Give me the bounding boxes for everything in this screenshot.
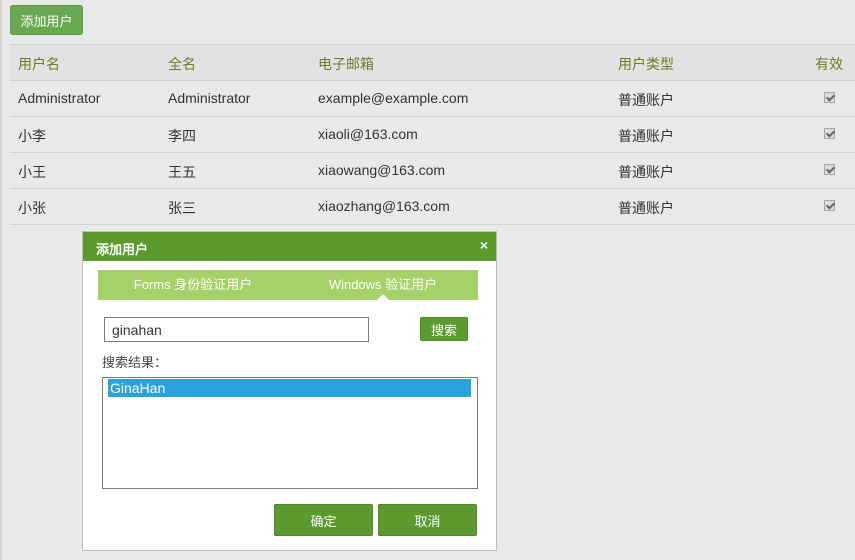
cell-email: example@example.com <box>318 90 469 106</box>
column-header-email[interactable]: 电子邮箱 <box>318 54 374 74</box>
tab-label: Windows 验证用户 <box>328 277 438 292</box>
search-input[interactable] <box>104 317 369 342</box>
cell-fullname: Administrator <box>168 90 251 106</box>
dialog-title: 添加用户 <box>96 242 149 257</box>
dialog-title-bar[interactable]: 添加用户 × <box>83 232 496 261</box>
cell-username: 小张 <box>18 200 46 216</box>
cell-fullname: 张三 <box>168 200 196 216</box>
active-tab-indicator-icon <box>377 294 389 300</box>
column-header-fullname[interactable]: 全名 <box>168 54 196 74</box>
cell-user-type: 普通账户 <box>618 92 674 108</box>
cell-username: 小李 <box>18 128 46 144</box>
tab-windows-auth-users[interactable]: Windows 验证用户 <box>288 270 478 300</box>
cell-user-type: 普通账户 <box>618 200 674 216</box>
checkbox-checked-icon <box>824 92 835 103</box>
table-row[interactable]: 小王 王五 xiaowang@163.com 普通账户 <box>10 153 855 189</box>
table-row[interactable]: 小张 张三 xiaozhang@163.com 普通账户 <box>10 189 855 225</box>
add-user-dialog: 添加用户 × Forms 身份验证用户 Windows 验证用户 搜索 搜索结果… <box>82 231 497 551</box>
table-row[interactable]: Administrator Administrator example@exam… <box>10 81 855 117</box>
cell-fullname: 李四 <box>168 128 196 144</box>
column-header-user-type[interactable]: 用户类型 <box>618 54 674 74</box>
cancel-button[interactable]: 取消 <box>378 504 477 536</box>
results-list[interactable]: GinaHan <box>102 377 478 489</box>
search-button[interactable]: 搜索 <box>420 317 468 341</box>
cell-user-type: 普通账户 <box>618 164 674 180</box>
cell-email: xiaozhang@163.com <box>318 198 450 214</box>
tab-label: Forms 身份验证用户 <box>133 277 253 292</box>
cell-username: Administrator <box>18 90 101 106</box>
checkbox-checked-icon <box>824 200 835 211</box>
checkbox-checked-icon <box>824 128 835 139</box>
close-icon[interactable]: × <box>480 237 488 253</box>
confirm-button[interactable]: 确定 <box>274 504 373 536</box>
cell-email: xiaowang@163.com <box>318 162 446 178</box>
add-user-button[interactable]: 添加用户 <box>10 5 83 35</box>
results-label: 搜索结果： <box>102 355 168 370</box>
table-row[interactable]: 小李 李四 xiaoli@163.com 普通账户 <box>10 117 855 153</box>
auth-type-tabs: Forms 身份验证用户 Windows 验证用户 <box>98 270 478 300</box>
users-table: 用户名 全名 电子邮箱 用户类型 有效 Administrator Admini… <box>10 44 855 225</box>
left-border <box>0 0 2 560</box>
list-item[interactable]: GinaHan <box>108 379 471 397</box>
column-header-username[interactable]: 用户名 <box>18 54 60 74</box>
cell-fullname: 王五 <box>168 164 196 180</box>
cell-user-type: 普通账户 <box>618 128 674 144</box>
column-header-active[interactable]: 有效 <box>815 54 843 74</box>
checkbox-checked-icon <box>824 164 835 175</box>
cell-email: xiaoli@163.com <box>318 126 418 142</box>
cell-username: 小王 <box>18 164 46 180</box>
tab-forms-auth-users[interactable]: Forms 身份验证用户 <box>98 270 288 300</box>
table-header: 用户名 全名 电子邮箱 用户类型 有效 <box>10 44 855 81</box>
